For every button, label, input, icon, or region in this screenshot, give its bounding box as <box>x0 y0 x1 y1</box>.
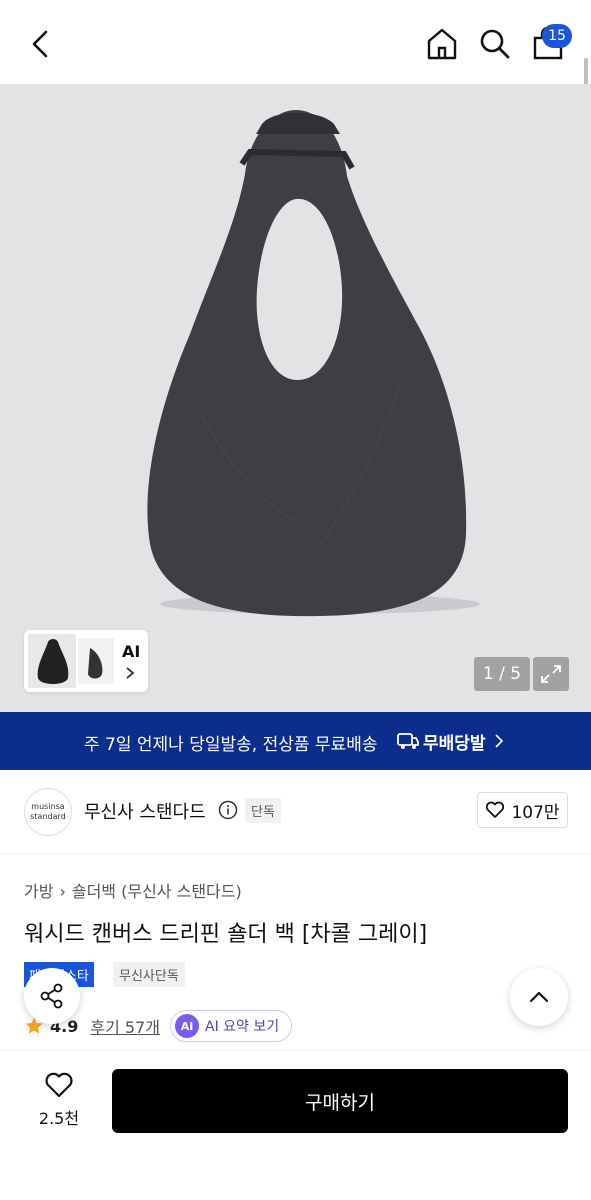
breadcrumb-separator-icon: › <box>59 882 66 901</box>
ai-label: AI <box>122 642 141 661</box>
brand-logo-line1: musinsa <box>31 802 65 811</box>
wishlist-count: 2.5천 <box>38 1109 80 1128</box>
brand-logo[interactable]: musinsa standard <box>24 788 72 836</box>
image-counter: 1 / 5 <box>474 657 530 691</box>
share-icon <box>40 983 63 1009</box>
ai-thumbnail-card[interactable]: AI <box>24 630 148 692</box>
bottom-action-bar: 2.5천 구매하기 <box>0 1050 591 1200</box>
thumbnail-images <box>28 634 114 688</box>
buy-button[interactable]: 구매하기 <box>112 1069 568 1133</box>
promo-service-name: 무배당발 <box>423 733 486 754</box>
free-shipping-banner[interactable]: 주 7일 언제나 당일발송, 전상품 무료배송 무배당발 <box>0 712 591 770</box>
breadcrumb-item[interactable]: 숄더백 (무신사 스탠다드) <box>72 882 242 901</box>
exclusive-tag: 단독 <box>245 798 281 823</box>
ai-summary-label: AI 요약 보기 <box>205 1019 280 1035</box>
cart-count-badge: 15 <box>542 24 572 48</box>
heart-icon <box>45 1072 73 1098</box>
promo-text: 주 7일 언제나 당일발송, 전상품 무료배송 <box>84 735 378 755</box>
brand-row: musinsa standard 무신사 스탠다드 단독 107만 <box>0 770 591 854</box>
wishlist-button[interactable]: 2.5천 <box>24 1071 94 1129</box>
chevron-right-icon <box>126 667 135 679</box>
brand-logo-line2: standard <box>30 812 66 821</box>
chevron-up-icon <box>529 991 549 1003</box>
delivery-truck-icon <box>397 733 419 749</box>
breadcrumb: 가방 › 숄더백 (무신사 스탠다드) <box>24 878 242 902</box>
breadcrumb-item[interactable]: 가방 <box>24 882 53 901</box>
brand-name[interactable]: 무신사 스탠다드 <box>84 798 206 824</box>
ai-badge-icon: AI <box>175 1014 199 1038</box>
musinsa-exclusive-badge: 무신사단독 <box>113 962 185 987</box>
home-icon[interactable] <box>422 24 462 64</box>
share-button[interactable] <box>24 968 80 1024</box>
promo-service-logo: 무배당발 <box>397 729 486 754</box>
expand-button[interactable] <box>533 657 569 691</box>
brand-like-count: 107만 <box>511 802 560 823</box>
brand-like-button[interactable]: 107만 <box>477 792 568 828</box>
chevron-right-icon <box>495 734 504 748</box>
top-navigation-bar: 15 <box>0 0 591 84</box>
ai-summary-button[interactable]: AI AI 요약 보기 <box>170 1010 293 1042</box>
review-count-link[interactable]: 후기 57개 <box>90 1014 160 1038</box>
product-image-shoulder-bag <box>147 110 480 617</box>
expand-icon <box>541 665 561 683</box>
info-icon[interactable] <box>218 800 238 820</box>
scroll-to-top-button[interactable] <box>510 968 568 1026</box>
heart-icon <box>486 801 505 818</box>
search-icon[interactable] <box>475 24 515 64</box>
product-title: 워시드 캔버스 드리핀 숄더 백 [차콜 그레이] <box>24 922 428 947</box>
chevron-left-icon[interactable] <box>24 26 60 62</box>
product-image-gallery[interactable] <box>0 84 591 712</box>
